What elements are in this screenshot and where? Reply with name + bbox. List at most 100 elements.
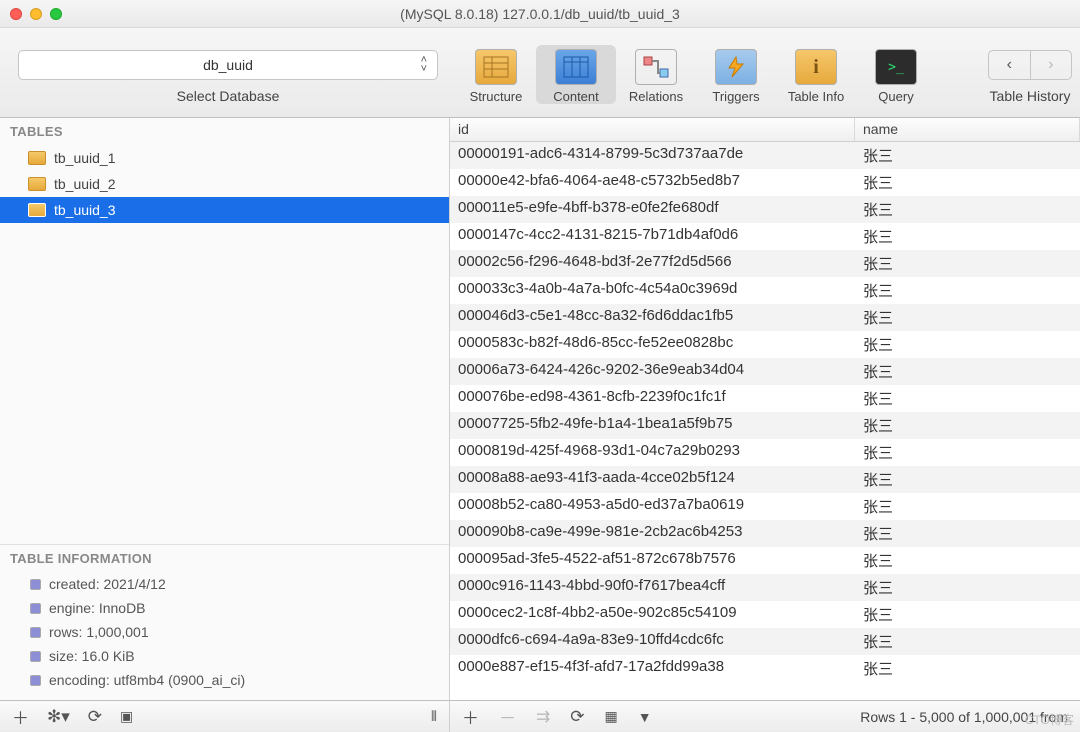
console-button[interactable]: ▦	[605, 708, 618, 725]
cell-id[interactable]: 0000147c-4cc2-4131-8215-7b71db4af0d6	[450, 223, 855, 250]
cell-name[interactable]: 张三	[855, 223, 1080, 250]
cell-id[interactable]: 00000191-adc6-4314-8799-5c3d737aa7de	[450, 142, 855, 169]
data-rows[interactable]: 00000191-adc6-4314-8799-5c3d737aa7de张三00…	[450, 142, 1080, 700]
query-icon: >_	[875, 49, 917, 85]
bullet-icon	[30, 627, 41, 638]
table-row[interactable]: 000011e5-e9fe-4bff-b378-e0fe2fe680df张三	[450, 196, 1080, 223]
table-info-tab[interactable]: i Table Info	[776, 45, 856, 104]
cell-name[interactable]: 张三	[855, 601, 1080, 628]
database-selector-label: Select Database	[8, 88, 448, 104]
cell-name[interactable]: 张三	[855, 277, 1080, 304]
table-info-icon: i	[795, 49, 837, 85]
cell-id[interactable]: 0000cec2-1c8f-4bb2-a50e-902c85c54109	[450, 601, 855, 628]
cell-name[interactable]: 张三	[855, 196, 1080, 223]
cell-name[interactable]: 张三	[855, 466, 1080, 493]
table-item-tb_uuid_3[interactable]: tb_uuid_3	[0, 197, 449, 223]
cell-id[interactable]: 0000819d-425f-4968-93d1-04c7a29b0293	[450, 439, 855, 466]
query-tab[interactable]: >_ Query	[856, 45, 936, 104]
cell-id[interactable]: 000033c3-4a0b-4a7a-b0fc-4c54a0c3969d	[450, 277, 855, 304]
cell-id[interactable]: 0000e887-ef15-4f3f-afd7-17a2fdd99a38	[450, 655, 855, 682]
cell-name[interactable]: 张三	[855, 628, 1080, 655]
toggle-panel-button[interactable]: ▣	[120, 708, 133, 725]
history-forward-button[interactable]: ›	[1031, 51, 1072, 79]
cell-id[interactable]: 00006a73-6424-426c-9202-36e9eab34d04	[450, 358, 855, 385]
refresh-data-button[interactable]: ⟳	[570, 707, 584, 727]
history-back-button[interactable]: ‹	[989, 51, 1031, 79]
table-row[interactable]: 00008a88-ae93-41f3-aada-4cce02b5f124张三	[450, 466, 1080, 493]
table-row[interactable]: 0000c916-1143-4bbd-90f0-f7617bea4cff张三	[450, 574, 1080, 601]
cell-name[interactable]: 张三	[855, 331, 1080, 358]
cell-name[interactable]: 张三	[855, 142, 1080, 169]
cell-id[interactable]: 0000dfc6-c694-4a9a-83e9-10ffd4cdc6fc	[450, 628, 855, 655]
structure-icon	[475, 49, 517, 85]
bullet-icon	[30, 651, 41, 662]
watermark: CTO博客	[1025, 711, 1074, 728]
cell-name[interactable]: 张三	[855, 439, 1080, 466]
cell-id[interactable]: 00008b52-ca80-4953-a5d0-ed37a7ba0619	[450, 493, 855, 520]
cell-name[interactable]: 张三	[855, 520, 1080, 547]
relations-icon	[635, 49, 677, 85]
cell-id[interactable]: 000046d3-c5e1-48cc-8a32-f6d6ddac1fb5	[450, 304, 855, 331]
cell-id[interactable]: 0000c916-1143-4bbd-90f0-f7617bea4cff	[450, 574, 855, 601]
table-row[interactable]: 000046d3-c5e1-48cc-8a32-f6d6ddac1fb5张三	[450, 304, 1080, 331]
table-row[interactable]: 00000191-adc6-4314-8799-5c3d737aa7de张三	[450, 142, 1080, 169]
table-item-label: tb_uuid_2	[54, 176, 116, 192]
table-row[interactable]: 000095ad-3fe5-4522-af51-872c678b7576张三	[450, 547, 1080, 574]
remove-row-button[interactable]: －	[499, 704, 516, 729]
bullet-icon	[30, 579, 41, 590]
sidebar: TABLES tb_uuid_1tb_uuid_2tb_uuid_3 TABLE…	[0, 118, 450, 700]
cell-name[interactable]: 张三	[855, 169, 1080, 196]
cell-name[interactable]: 张三	[855, 358, 1080, 385]
cell-id[interactable]: 000076be-ed98-4361-8cfb-2239f0c1fc1f	[450, 385, 855, 412]
info-rows: rows: 1,000,001	[0, 620, 449, 644]
cell-name[interactable]: 张三	[855, 547, 1080, 574]
table-row[interactable]: 0000583c-b82f-48d6-85cc-fe52ee0828bc张三	[450, 331, 1080, 358]
cell-id[interactable]: 00007725-5fb2-49fe-b1a4-1bea1a5f9b75	[450, 412, 855, 439]
cell-name[interactable]: 张三	[855, 385, 1080, 412]
table-row[interactable]: 00008b52-ca80-4953-a5d0-ed37a7ba0619张三	[450, 493, 1080, 520]
structure-tab[interactable]: Structure	[456, 45, 536, 104]
duplicate-row-button[interactable]: ⇉	[536, 707, 550, 727]
table-row[interactable]: 000090b8-ca9e-499e-981e-2cb2ac6b4253张三	[450, 520, 1080, 547]
table-row[interactable]: 000076be-ed98-4361-8cfb-2239f0c1fc1f张三	[450, 385, 1080, 412]
table-row[interactable]: 0000147c-4cc2-4131-8215-7b71db4af0d6张三	[450, 223, 1080, 250]
table-row[interactable]: 0000e887-ef15-4f3f-afd7-17a2fdd99a38张三	[450, 655, 1080, 682]
toolbar: db_uuid ˄˅ Select Database Structure Con…	[0, 28, 1080, 118]
table-row[interactable]: 00000e42-bfa6-4064-ae48-c5732b5ed8b7张三	[450, 169, 1080, 196]
content-tab[interactable]: Content	[536, 45, 616, 104]
cell-id[interactable]: 000090b8-ca9e-499e-981e-2cb2ac6b4253	[450, 520, 855, 547]
table-icon	[28, 203, 46, 217]
filter-button[interactable]: ▼	[638, 709, 652, 725]
table-row[interactable]: 0000819d-425f-4968-93d1-04c7a29b0293张三	[450, 439, 1080, 466]
cell-name[interactable]: 张三	[855, 250, 1080, 277]
table-row[interactable]: 00002c56-f296-4648-bd3f-2e77f2d5d566张三	[450, 250, 1080, 277]
refresh-tables-button[interactable]: ⟳	[88, 707, 102, 727]
cell-id[interactable]: 00000e42-bfa6-4064-ae48-c5732b5ed8b7	[450, 169, 855, 196]
cell-name[interactable]: 张三	[855, 574, 1080, 601]
cell-id[interactable]: 00008a88-ae93-41f3-aada-4cce02b5f124	[450, 466, 855, 493]
database-selector[interactable]: db_uuid ˄˅	[18, 50, 438, 80]
cell-name[interactable]: 张三	[855, 655, 1080, 682]
table-row[interactable]: 00007725-5fb2-49fe-b1a4-1bea1a5f9b75张三	[450, 412, 1080, 439]
table-row[interactable]: 00006a73-6424-426c-9202-36e9eab34d04张三	[450, 358, 1080, 385]
cell-id[interactable]: 0000583c-b82f-48d6-85cc-fe52ee0828bc	[450, 331, 855, 358]
cell-name[interactable]: 张三	[855, 412, 1080, 439]
table-row[interactable]: 0000cec2-1c8f-4bb2-a50e-902c85c54109张三	[450, 601, 1080, 628]
column-header-name[interactable]: name	[855, 118, 1080, 141]
add-table-button[interactable]: ＋	[12, 704, 29, 729]
add-row-button[interactable]: ＋	[462, 704, 479, 729]
table-item-tb_uuid_1[interactable]: tb_uuid_1	[0, 145, 449, 171]
table-row[interactable]: 000033c3-4a0b-4a7a-b0fc-4c54a0c3969d张三	[450, 277, 1080, 304]
cell-name[interactable]: 张三	[855, 304, 1080, 331]
table-row[interactable]: 0000dfc6-c694-4a9a-83e9-10ffd4cdc6fc张三	[450, 628, 1080, 655]
table-item-tb_uuid_2[interactable]: tb_uuid_2	[0, 171, 449, 197]
relations-tab[interactable]: Relations	[616, 45, 696, 104]
column-header-id[interactable]: id	[450, 118, 855, 141]
triggers-tab[interactable]: Triggers	[696, 45, 776, 104]
cell-name[interactable]: 张三	[855, 493, 1080, 520]
columns-toggle-button[interactable]: ⦀	[431, 708, 437, 725]
cell-id[interactable]: 000095ad-3fe5-4522-af51-872c678b7576	[450, 547, 855, 574]
table-actions-button[interactable]: ✻▾	[47, 707, 70, 727]
cell-id[interactable]: 00002c56-f296-4648-bd3f-2e77f2d5d566	[450, 250, 855, 277]
cell-id[interactable]: 000011e5-e9fe-4bff-b378-e0fe2fe680df	[450, 196, 855, 223]
